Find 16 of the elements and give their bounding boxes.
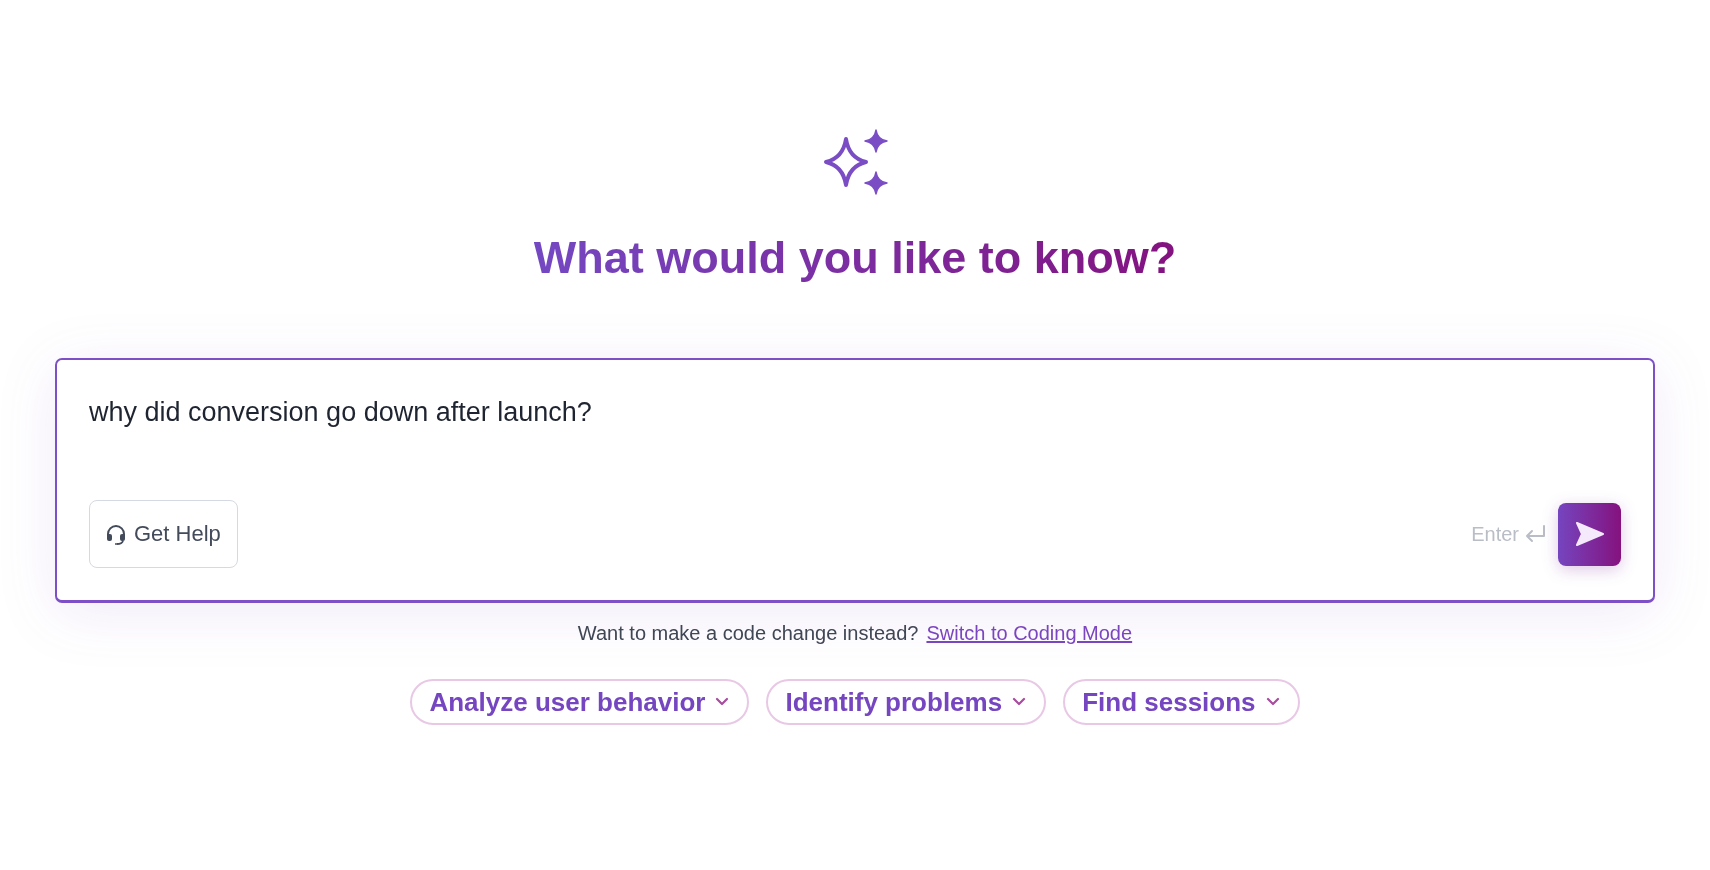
mode-hint-text: Want to make a code change instead? bbox=[577, 621, 919, 646]
send-icon bbox=[1574, 521, 1605, 547]
get-help-button[interactable]: Get Help bbox=[89, 500, 238, 568]
chevron-down-icon bbox=[715, 697, 730, 707]
chevron-down-icon bbox=[1265, 697, 1280, 707]
chevron-down-icon bbox=[1012, 697, 1027, 707]
return-key-icon bbox=[1524, 525, 1546, 543]
coding-mode-link[interactable]: Switch to Coding Mode bbox=[926, 620, 1133, 646]
send-button[interactable] bbox=[1558, 502, 1621, 566]
enter-hint: Enter bbox=[1471, 522, 1519, 546]
question-input[interactable]: why did conversion go down after launch? bbox=[89, 394, 1621, 430]
headset-icon bbox=[105, 523, 127, 545]
suggestion-chip[interactable]: Identify problems bbox=[766, 679, 1047, 725]
suggestion-chip[interactable]: Analyze user behavior bbox=[410, 679, 750, 725]
suggestion-chip[interactable]: Find sessions bbox=[1063, 679, 1300, 725]
sparkle-icon bbox=[822, 129, 888, 196]
